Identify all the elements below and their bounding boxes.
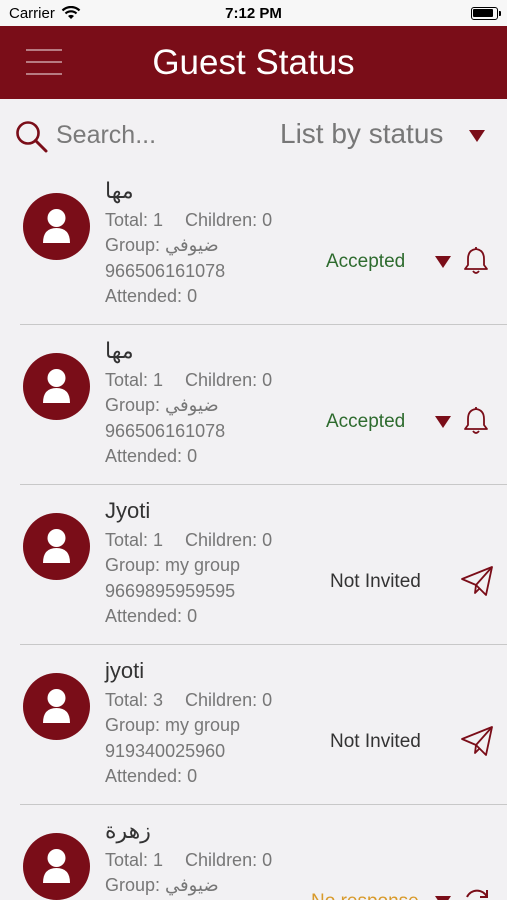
search-icon[interactable] [15, 120, 49, 159]
guest-children: Children: 0 [185, 370, 273, 390]
nav-bar: Guest Status [0, 26, 507, 99]
guest-phone: 919340025960 [105, 741, 226, 761]
guest-group: Group: ضيوفي [105, 235, 219, 255]
battery-icon [471, 7, 501, 20]
status-badge: Accepted [326, 251, 406, 272]
guest-total: Total: 1 [105, 370, 164, 390]
bell-icon[interactable] [460, 405, 492, 442]
guest-attended: Attended: 0 [105, 286, 198, 306]
guest-name: jyoti [105, 658, 145, 683]
guest-children: Children: 0 [185, 690, 273, 710]
guest-phone: 966506161078 [105, 261, 226, 281]
guest-name: Jyoti [105, 498, 151, 523]
status-filter-select[interactable]: List by status [280, 118, 443, 150]
guest-children: Children: 0 [185, 210, 273, 230]
guest-attended: Attended: 0 [105, 606, 198, 626]
guest-name: زهرة [105, 818, 151, 843]
guest-total: Total: 1 [105, 530, 164, 550]
search-input[interactable] [56, 120, 256, 150]
status-bar: Carrier 7:12 PM [0, 0, 507, 26]
guest-phone: 9669895959595 [105, 581, 236, 601]
guest-name: مها [105, 178, 134, 203]
guest-row[interactable]: jyoti Total: 3 Children: 0 Group: my grou… [0, 645, 507, 805]
status-badge: No response [311, 891, 419, 900]
send-icon[interactable] [460, 565, 494, 602]
guest-group: Group: ضيوفي [105, 395, 219, 415]
guest-row[interactable]: Jyoti Total: 1 Children: 0 Group: my grou… [0, 485, 507, 645]
refresh-icon[interactable] [460, 885, 494, 900]
status-dropdown-icon[interactable] [434, 255, 452, 274]
guest-row[interactable]: مها Total: 1 Children: 0 Group: ضيوفي 966… [0, 325, 507, 485]
avatar-icon [23, 353, 90, 420]
avatar-icon [23, 833, 90, 900]
guest-phone: 966506161078 [105, 421, 226, 441]
guest-attended: Attended: 0 [105, 766, 198, 786]
guest-group: Group: my group [105, 715, 241, 735]
status-dropdown-icon[interactable] [434, 895, 452, 900]
guest-row[interactable]: مها Total: 1 Children: 0 Group: ضيوفي 966… [0, 165, 507, 325]
guest-total: Total: 3 [105, 690, 164, 710]
guest-group: Group: ضيوفي [105, 875, 219, 895]
guest-children: Children: 0 [185, 530, 273, 550]
guest-total: Total: 1 [105, 210, 164, 230]
status-dropdown-icon[interactable] [434, 415, 452, 434]
clock: 7:12 PM [225, 5, 282, 22]
guest-row[interactable]: زهرة Total: 1 Children: 0 Group: ضيوفي No… [0, 805, 507, 900]
guest-total: Total: 1 [105, 850, 164, 870]
avatar-icon [23, 673, 90, 740]
avatar-icon [23, 193, 90, 260]
page-title: Guest Status [152, 43, 355, 82]
guest-attended: Attended: 0 [105, 446, 198, 466]
send-icon[interactable] [460, 725, 494, 762]
status-badge: Not Invited [330, 731, 421, 752]
guest-name: مها [105, 338, 134, 363]
avatar-icon [23, 513, 90, 580]
guest-children: Children: 0 [185, 850, 273, 870]
guest-group: Group: my group [105, 555, 241, 575]
status-badge: Not Invited [330, 571, 421, 592]
chevron-down-icon[interactable] [468, 129, 486, 148]
status-badge: Accepted [326, 411, 406, 432]
bell-icon[interactable] [460, 245, 492, 282]
